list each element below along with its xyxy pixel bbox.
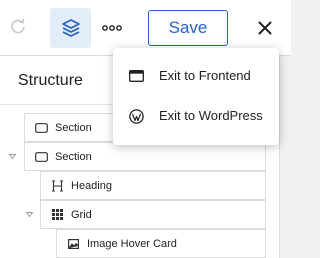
section-icon: [34, 121, 48, 135]
close-icon: [258, 21, 272, 35]
menu-item-exit-to-frontend[interactable]: Exit to Frontend: [113, 56, 279, 96]
section-icon: [34, 150, 48, 164]
menu-item-exit-to-wordpress[interactable]: Exit to WordPress: [113, 96, 279, 136]
more-options-menu: Exit to Frontend Exit to WordPress: [113, 48, 279, 145]
node-label: Section: [55, 150, 92, 163]
grid-icon: [50, 208, 64, 222]
node-label: Image Hover Card: [87, 237, 177, 250]
image-icon: [66, 237, 80, 251]
save-button[interactable]: Save: [148, 10, 228, 46]
browser-window-icon: [128, 68, 144, 84]
heading-icon: [50, 179, 64, 193]
structure-node-section[interactable]: Section: [24, 142, 266, 171]
redo-button[interactable]: [4, 10, 32, 42]
more-options-button[interactable]: [98, 8, 126, 48]
layers-button[interactable]: [50, 8, 91, 48]
scrollbar[interactable]: [280, 56, 291, 258]
expand-caret-icon[interactable]: [8, 152, 16, 160]
wordpress-icon: [128, 108, 144, 124]
more-options-icon: [102, 25, 122, 31]
menu-item-label: Exit to WordPress: [159, 108, 263, 123]
panel-title: Structure: [18, 72, 83, 89]
node-label: Heading: [71, 179, 112, 192]
structure-node-grid[interactable]: Grid: [40, 200, 266, 229]
node-label: Section: [55, 121, 92, 134]
redo-icon: [11, 18, 25, 34]
structure-node-heading[interactable]: Heading: [40, 171, 266, 200]
close-button[interactable]: [252, 10, 278, 46]
expand-caret-icon[interactable]: [25, 210, 33, 218]
menu-item-label: Exit to Frontend: [159, 68, 251, 83]
node-label: Grid: [71, 208, 92, 221]
layers-icon: [61, 19, 80, 37]
structure-node-image-hover-card[interactable]: Image Hover Card: [56, 229, 266, 258]
